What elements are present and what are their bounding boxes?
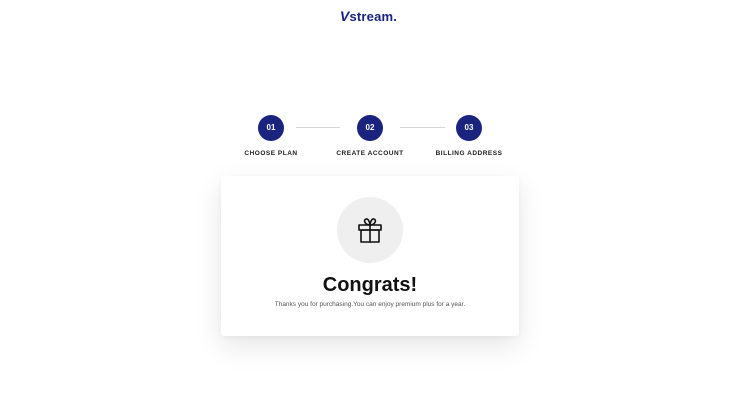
step-label: CHOOSE PLAN [244,150,298,157]
step-number: 03 [456,115,482,141]
step-number: 01 [258,115,284,141]
congrats-title: Congrats! [322,274,418,296]
step-choose-plan[interactable]: 01 CHOOSE PLAN [221,115,321,157]
gift-icon [358,218,382,243]
step-create-account[interactable]: 02 CREATE ACCOUNT [320,115,420,157]
page: Vstream. 01 CHOOSE PLAN 02 CREATE ACCOUN… [0,0,737,419]
gift-icon-badge [337,197,403,263]
logo-dot: . [393,9,398,24]
vstream-logo[interactable]: Vstream. [0,8,737,24]
checkout-steps: 01 CHOOSE PLAN 02 CREATE ACCOUNT 03 BILL… [0,115,737,165]
step-label: BILLING ADDRESS [435,150,503,157]
step-label: CREATE ACCOUNT [336,150,404,157]
step-billing-address[interactable]: 03 BILLING ADDRESS [419,115,519,157]
congrats-message: Thanks you for purchasing.You can enjoy … [274,301,466,308]
logo-mark: V [339,8,350,24]
congrats-card: Congrats! Thanks you for purchasing.You … [221,176,519,336]
step-number: 02 [357,115,383,141]
logo-text: stream [349,9,394,24]
